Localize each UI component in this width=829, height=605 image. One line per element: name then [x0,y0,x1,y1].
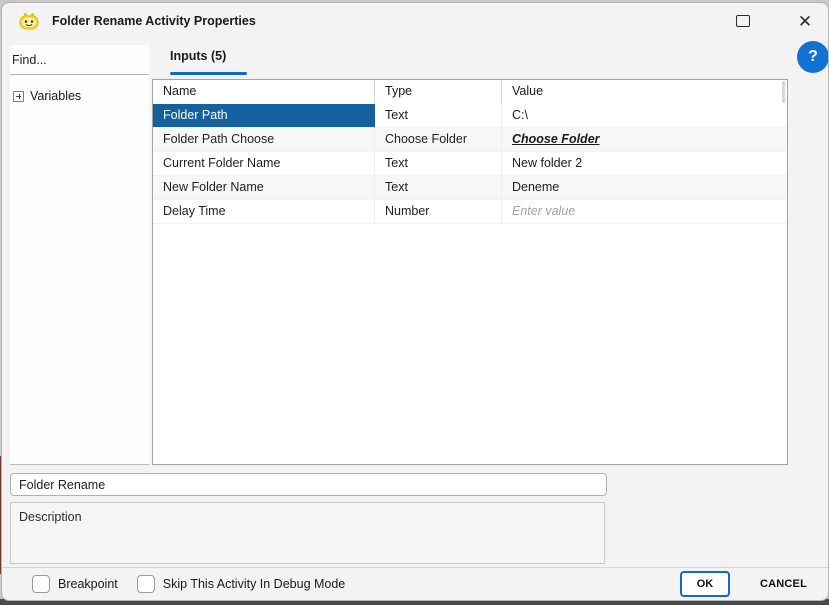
choose-folder-link[interactable]: Choose Folder [512,132,600,146]
description-textarea[interactable] [10,502,605,564]
question-icon: ? [808,48,818,65]
table-row[interactable]: Folder Path Text C:\ [153,104,787,128]
find-input[interactable] [10,45,149,75]
type-cell: Text [375,104,502,128]
tree-item-label: Variables [30,89,82,103]
breakpoint-label: Breakpoint [58,577,118,591]
name-cell[interactable]: New Folder Name [153,176,375,200]
value-input-placeholder[interactable]: Enter value [502,200,787,224]
name-cell[interactable]: Delay Time [153,200,375,224]
value-cell[interactable]: C:\ [502,104,787,128]
type-cell: Text [375,152,502,176]
name-cell[interactable]: Current Folder Name [153,152,375,176]
table-row[interactable]: Folder Path Choose Choose Folder Choose … [153,128,787,152]
ok-button[interactable]: OK [679,571,730,597]
footer-bar: Breakpoint Skip This Activity In Debug M… [2,567,828,600]
table-row[interactable]: Current Folder Name Text New folder 2 [153,152,787,176]
table-header: Name Type Value [153,80,787,104]
title-bar: Folder Rename Activity Properties ✕ [2,3,828,39]
tab-inputs[interactable]: Inputs (5) [170,49,226,63]
properties-dialog: Folder Rename Activity Properties ✕ ? Va… [1,2,829,601]
skip-debug-label: Skip This Activity In Debug Mode [162,577,346,591]
cancel-button[interactable]: CANCEL [752,572,815,596]
value-cell[interactable]: New folder 2 [502,152,787,176]
name-cell[interactable]: Folder Path Choose [153,128,375,152]
sidebar-item-variables[interactable]: Variables [10,89,149,103]
table-row[interactable]: Delay Time Number Enter value [153,200,787,224]
close-icon[interactable]: ✕ [790,6,820,36]
window-title: Folder Rename Activity Properties [52,14,256,28]
robot-app-icon [19,13,39,30]
value-cell[interactable]: Deneme [502,176,787,200]
properties-table: Name Type Value Folder Path Text C:\ Fol… [152,79,788,465]
type-cell: Choose Folder [375,128,502,152]
help-button[interactable]: ? [797,41,828,73]
type-cell: Number [375,200,502,224]
type-cell: Text [375,176,502,200]
column-header-type[interactable]: Type [375,80,502,104]
table-scrollbar[interactable] [782,81,785,103]
sidebar: Variables [10,45,149,465]
breakpoint-checkbox[interactable] [32,575,50,593]
activity-name-input[interactable] [10,473,607,496]
screen: Folder Rename Activity Properties ✕ ? Va… [0,0,829,605]
expand-plus-icon[interactable] [13,90,24,102]
skip-debug-checkbox[interactable] [136,575,155,593]
column-header-name[interactable]: Name [153,80,375,104]
table-row[interactable]: New Folder Name Text Deneme [153,176,787,200]
maximize-icon[interactable] [736,15,750,27]
active-tab-indicator [170,72,247,75]
column-header-value[interactable]: Value [502,80,787,104]
name-cell[interactable]: Folder Path [153,104,375,128]
